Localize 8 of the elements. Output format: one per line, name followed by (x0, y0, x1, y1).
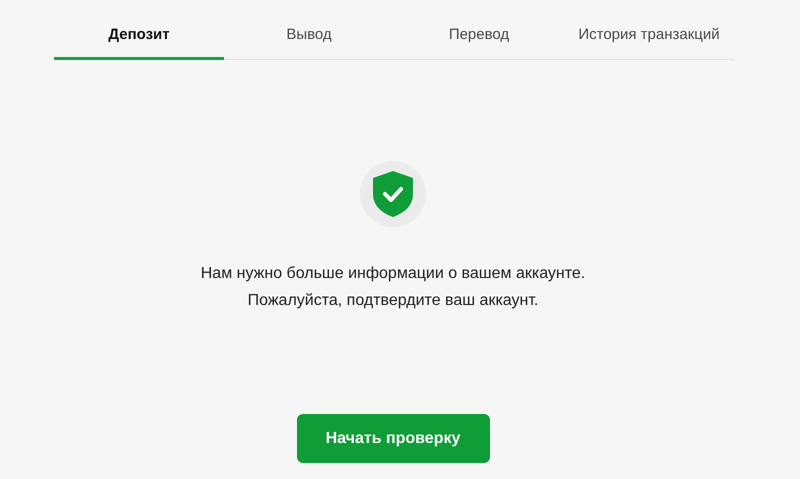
shield-check-icon (372, 170, 414, 218)
start-verification-button[interactable]: Начать проверку (296, 414, 490, 463)
tab[interactable]: Депозит (54, 12, 224, 60)
tab[interactable]: Вывод (224, 12, 394, 60)
message-text: Нам нужно больше информации о вашем аккаунте. (200, 264, 586, 284)
tab[interactable]: История транзакций (564, 12, 734, 60)
message-text: Пожалуйста, подтвердите ваш аккаунт. (246, 291, 540, 311)
tab[interactable]: Перевод (394, 12, 564, 60)
